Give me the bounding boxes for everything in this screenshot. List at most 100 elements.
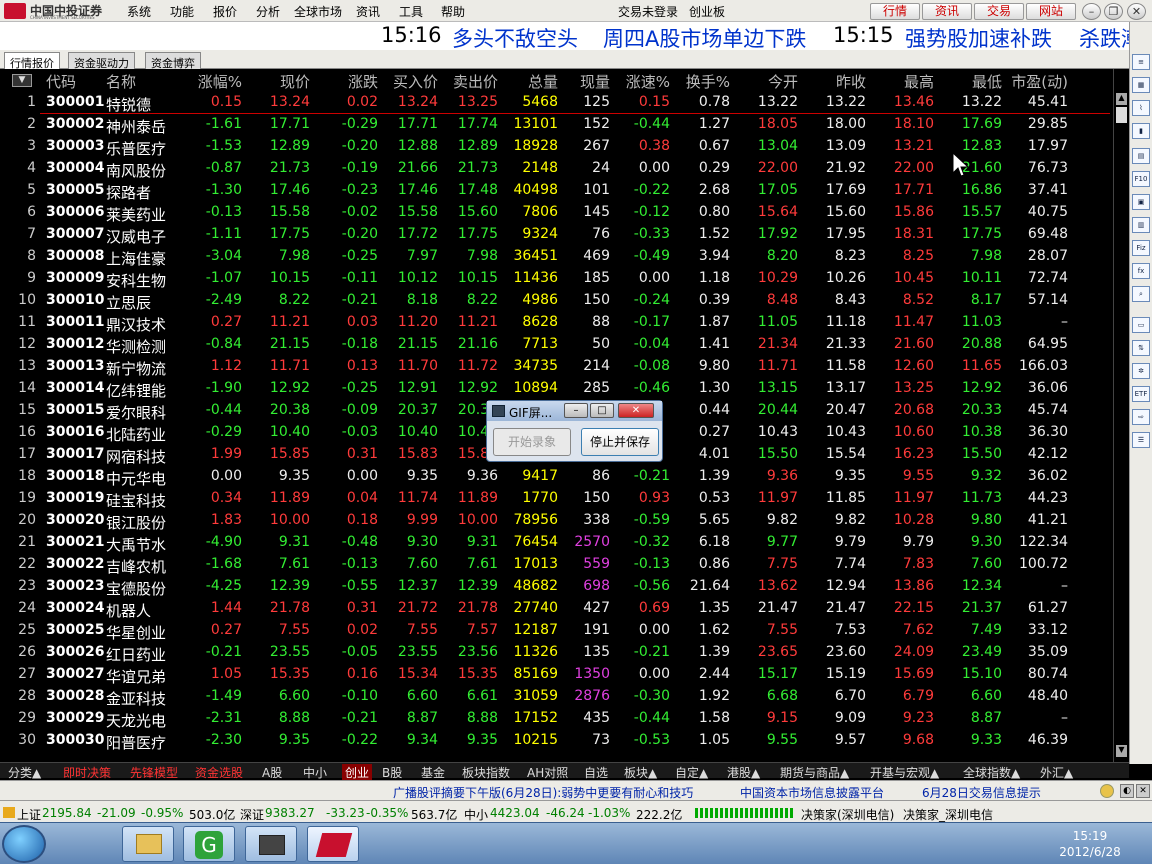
- quotes-button[interactable]: 行情: [870, 3, 920, 20]
- bottom-tab[interactable]: 自定▲: [675, 764, 708, 781]
- news-link-3[interactable]: 6月28日交易信息提示: [922, 784, 1041, 801]
- layers-icon[interactable]: ☰: [1132, 432, 1150, 448]
- scroll-down-icon[interactable]: ▼: [1116, 745, 1127, 757]
- col-header-change-pct[interactable]: 涨幅%: [180, 71, 242, 92]
- menu-analysis[interactable]: 分析: [256, 3, 280, 20]
- menu-news[interactable]: 资讯: [356, 3, 380, 20]
- bottom-tab[interactable]: AH对照: [527, 764, 568, 781]
- bottom-tab[interactable]: 基金: [421, 764, 445, 781]
- bottom-tab[interactable]: 开基与宏观▲: [870, 764, 939, 781]
- table-row[interactable]: 10 300010 立思辰 -2.49 8.22 -0.21 8.18 8.22 4986 150…: [0, 289, 1113, 312]
- start-button-icon[interactable]: [2, 825, 46, 863]
- col-header-ask[interactable]: 卖出价: [442, 71, 498, 92]
- table-row[interactable]: 13 300013 新宁物流 1.12 11.71 0.13 11.70 11.72 34735…: [0, 355, 1113, 378]
- bottom-tab[interactable]: 分类▲: [8, 764, 41, 781]
- folder-icon[interactable]: ▭: [1132, 317, 1150, 333]
- sz-index-label[interactable]: 深证: [240, 806, 264, 823]
- start-recording-button[interactable]: 开始录象: [493, 428, 571, 456]
- sme-index-label[interactable]: 中小: [464, 806, 488, 823]
- formula-icon[interactable]: fx: [1132, 263, 1150, 279]
- system-clock[interactable]: 15:19 2012/6/28: [1050, 828, 1130, 860]
- col-header-prev-close[interactable]: 昨收: [816, 71, 866, 92]
- table-row[interactable]: 20 300020 银江股份 1.83 10.00 0.18 9.99 10.00 78956 3…: [0, 509, 1113, 532]
- table-row[interactable]: 22 300022 吉峰农机 -1.68 7.61 -0.13 7.60 7.61 17013 5…: [0, 553, 1113, 576]
- col-header-current-volume[interactable]: 现量: [566, 71, 610, 92]
- restore-icon[interactable]: ❐: [1104, 3, 1123, 20]
- bottom-tab[interactable]: 外汇▲: [1040, 764, 1073, 781]
- table-row[interactable]: 6 300006 莱美药业 -0.13 15.58 -0.02 15.58 15.60 7806…: [0, 201, 1113, 224]
- col-header-bid[interactable]: 买入价: [380, 71, 438, 92]
- table-row[interactable]: 25 300025 华星创业 0.27 7.55 0.02 7.55 7.57 12187 191…: [0, 619, 1113, 642]
- bottom-tab[interactable]: 港股▲: [727, 764, 760, 781]
- etf-icon[interactable]: ETF: [1132, 386, 1150, 402]
- menu-help[interactable]: 帮助: [441, 3, 465, 20]
- col-header-volume[interactable]: 总量: [504, 71, 558, 92]
- table-row[interactable]: 30 300030 阳普医疗 -2.30 9.35 -0.22 9.34 9.35 10215 7…: [0, 729, 1113, 752]
- col-header-open[interactable]: 今开: [748, 71, 798, 92]
- tab-capital-game[interactable]: 资金博弈: [145, 52, 201, 70]
- scroll-up-icon[interactable]: ▲: [1116, 93, 1127, 105]
- news-ticker[interactable]: 15:16 多头不敌空头 周四A股市场单边下跌 15:15 强势股加速补跌 杀跌…: [0, 22, 1142, 53]
- bottom-tab[interactable]: 资金选股: [195, 764, 243, 781]
- lamp-icon[interactable]: [1100, 784, 1114, 798]
- minimize-icon[interactable]: –: [1082, 3, 1101, 20]
- trading-app-taskbar-icon[interactable]: [307, 826, 359, 862]
- settings-icon[interactable]: ✲: [1132, 363, 1150, 379]
- report-icon[interactable]: ▤: [1132, 148, 1150, 164]
- candlestick-icon[interactable]: ▮: [1132, 123, 1150, 139]
- bottom-tab[interactable]: 全球指数▲: [963, 764, 1020, 781]
- col-header-high[interactable]: 最高: [882, 71, 934, 92]
- dialog-titlebar[interactable]: GIF屏... – □ ✕: [487, 401, 662, 421]
- table-row[interactable]: 24 300024 机器人 1.44 21.78 0.31 21.72 21.78 27740 4…: [0, 597, 1113, 620]
- table-row[interactable]: 23 300023 宝德股份 -4.25 12.39 -0.55 12.37 12.39 486…: [0, 575, 1113, 598]
- table-row[interactable]: 2 300002 神州泰岳 -1.61 17.71 -0.29 17.71 17.74 1310…: [0, 113, 1113, 136]
- close-news-icon[interactable]: ✕: [1136, 784, 1150, 798]
- table-icon[interactable]: ▥: [1132, 217, 1150, 233]
- bottom-tab[interactable]: 先锋模型: [130, 764, 178, 781]
- col-header-price[interactable]: 现价: [250, 71, 310, 92]
- f10-icon[interactable]: F10: [1132, 171, 1150, 187]
- table-row[interactable]: 11 300011 鼎汉技术 0.27 11.21 0.03 11.20 11.21 8628 8…: [0, 311, 1113, 334]
- quote-list-icon[interactable]: ≡: [1132, 54, 1150, 70]
- sh-index-label[interactable]: 上证: [17, 806, 41, 823]
- scroll-thumb[interactable]: [1116, 107, 1127, 123]
- line-chart-icon[interactable]: ⌇: [1132, 100, 1150, 116]
- bottom-tab[interactable]: 自选: [584, 764, 608, 781]
- server-name[interactable]: 决策家(深圳电信): [801, 806, 894, 823]
- table-row[interactable]: 4 300004 南风股份 -0.87 21.73 -0.19 21.66 21.73 2148…: [0, 157, 1113, 180]
- col-header-change[interactable]: 涨跌: [320, 71, 378, 92]
- table-row[interactable]: 29 300029 天龙光电 -2.31 8.88 -0.21 8.87 8.88 17152 4…: [0, 707, 1113, 730]
- ticker-headline-2[interactable]: 周四A股市场单边下跌: [603, 23, 806, 53]
- table-row[interactable]: 12 300012 华测检测 -0.84 21.15 -0.18 21.15 21.16 771…: [0, 333, 1113, 356]
- fiz-icon[interactable]: Fiz: [1132, 240, 1150, 256]
- menu-global-market[interactable]: 全球市场: [294, 3, 342, 20]
- explorer-taskbar-icon[interactable]: [122, 826, 174, 862]
- col-header-turnover[interactable]: 换手%: [680, 71, 730, 92]
- table-row[interactable]: 1 300001 特锐德 0.15 13.24 0.02 13.24 13.25 5468 125…: [0, 91, 1113, 114]
- stop-and-save-button[interactable]: 停止并保存: [581, 428, 659, 456]
- search-icon[interactable]: ⌕: [1132, 286, 1150, 302]
- dialog-close-icon[interactable]: ✕: [618, 403, 654, 418]
- col-header-code[interactable]: 代码: [46, 71, 76, 92]
- pin-icon[interactable]: ◐: [1120, 784, 1134, 798]
- info-button[interactable]: 资讯: [922, 3, 972, 20]
- film-app-taskbar-icon[interactable]: [245, 826, 297, 862]
- table-row[interactable]: 8 300008 上海佳豪 -3.04 7.98 -0.25 7.97 7.98 36451 46…: [0, 245, 1113, 268]
- export-icon[interactable]: ⇨: [1132, 409, 1150, 425]
- vertical-scrollbar[interactable]: ▲ ▼: [1113, 69, 1129, 762]
- tab-capital-drive[interactable]: 资金驱动力: [68, 52, 135, 70]
- menu-quotes[interactable]: 报价: [213, 3, 237, 20]
- sort-icon[interactable]: ⇅: [1132, 340, 1150, 356]
- table-row[interactable]: 9 300009 安科生物 -1.07 10.15 -0.11 10.12 10.15 1143…: [0, 267, 1113, 290]
- bottom-tab[interactable]: A股: [262, 764, 282, 781]
- ticker-headline-3[interactable]: 强势股加速补跌: [905, 23, 1052, 53]
- bottom-tab[interactable]: 即时决策: [63, 764, 111, 781]
- bottom-tab[interactable]: B股: [382, 764, 402, 781]
- menu-function[interactable]: 功能: [170, 3, 194, 20]
- ticker-headline-1[interactable]: 多头不敌空头: [452, 23, 578, 53]
- menu-system[interactable]: 系统: [127, 3, 151, 20]
- menu-tools[interactable]: 工具: [399, 3, 423, 20]
- bottom-tab[interactable]: 中小: [303, 764, 327, 781]
- col-header-pe[interactable]: 市盈(动): [1004, 71, 1068, 92]
- column-menu-icon[interactable]: ▼: [12, 74, 32, 87]
